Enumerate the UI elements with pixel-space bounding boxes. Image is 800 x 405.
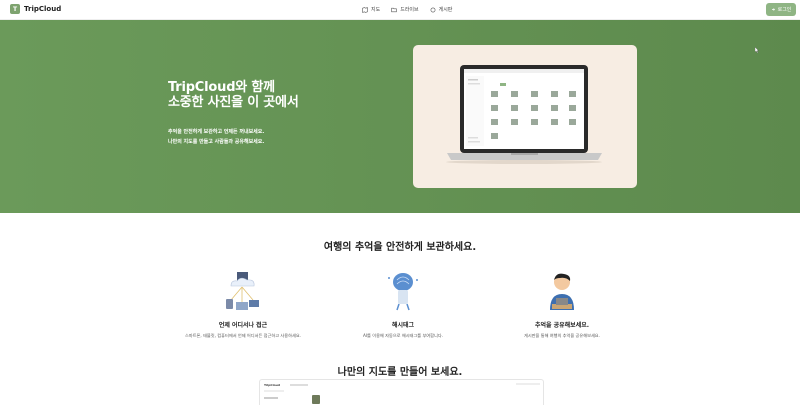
chat-icon — [430, 7, 436, 12]
hero-title-line1: TripCloud와 함께 — [168, 80, 275, 95]
feature-hashtag-title: 해시태그 — [391, 322, 415, 329]
hero-desc-line2: 나만의 지도를 만들고 사람들과 공유해보세요. — [168, 139, 265, 145]
person-computer-icon — [550, 273, 574, 310]
ai-brain-icon — [388, 273, 418, 311]
hero-title-line2: 소중한 사진을 이 곳에서 — [168, 95, 299, 110]
hero-title: TripCloud와 함께 소중한 사진을 이 곳에서 — [168, 80, 299, 110]
top-header: T TripCloud 지도 드라이브 게시판 로그인 — [0, 0, 800, 20]
nav-label-drive: 드라이브 — [400, 7, 419, 13]
feature-hashtag-desc: AI를 이용해 자동으로 해시태그를 부여합니다. — [362, 333, 444, 338]
logo[interactable]: T TripCloud — [10, 4, 61, 14]
map-section-title: 나만의 지도를 만들어 보세요. — [337, 367, 463, 378]
feature-access-desc: 스마트폰, 태블릿, 컴퓨터에서 언제 어디서든 접근하고 사용하세요. — [185, 333, 301, 338]
map-preview-thumbnail — [312, 395, 320, 404]
nav-label-map: 지도 — [371, 7, 381, 13]
map-preview-actions — [516, 383, 540, 385]
nav-item-map[interactable]: 지도 — [362, 6, 380, 13]
logo-text: TripCloud — [24, 5, 62, 13]
map-icon — [362, 6, 368, 13]
login-label: 로그인 — [777, 7, 792, 13]
features-title: 여행의 추억을 안전하게 보관하세요. — [323, 242, 477, 253]
map-preview-sidebar-line — [264, 390, 284, 392]
map-preview-app-name: TripCloud — [264, 383, 280, 387]
nav-label-board: 게시판 — [438, 7, 453, 13]
map-preview-toolbar — [290, 384, 308, 386]
hero-description: 추억을 안전하게 보관하고 언제든 꺼내보세요. 나만의 지도를 만들고 사람들… — [168, 127, 264, 147]
laptop-illustration — [446, 65, 602, 164]
map-app-preview: TripCloud — [259, 379, 544, 405]
cloud-devices-icon — [226, 272, 259, 310]
feature-share-desc: 게시판을 통해 여행의 추억을 공유해보세요. — [523, 333, 600, 338]
feature-hashtag: 해시태그 AI를 이용해 자동으로 해시태그를 부여합니다. — [333, 270, 473, 339]
folder-icon — [391, 7, 397, 12]
nav-item-drive[interactable]: 드라이브 — [391, 6, 419, 13]
login-button[interactable]: 로그인 — [766, 3, 796, 16]
login-icon — [771, 8, 775, 11]
mouse-cursor — [755, 47, 759, 53]
feature-access: 언제 어디서나 접근 스마트폰, 태블릿, 컴퓨터에서 언제 어디서든 접근하고… — [173, 270, 313, 339]
feature-share: 추억을 공유해보세요. 게시판을 통해 여행의 추억을 공유해보세요. — [492, 270, 632, 339]
feature-access-title: 언제 어디서나 접근 — [218, 322, 268, 329]
nav-item-board[interactable]: 게시판 — [430, 6, 453, 13]
logo-badge: T — [10, 4, 20, 14]
feature-share-title: 추억을 공유해보세요. — [534, 322, 590, 329]
hero-section: TripCloud와 함께 소중한 사진을 이 곳에서 추억을 안전하게 보관하… — [0, 20, 800, 213]
hero-desc-line1: 추억을 안전하게 보관하고 언제든 꺼내보세요. — [168, 129, 265, 135]
map-preview-sidebar-line — [264, 397, 278, 399]
hero-laptop-card — [413, 45, 637, 188]
main-nav: 지도 드라이브 게시판 — [362, 6, 452, 13]
